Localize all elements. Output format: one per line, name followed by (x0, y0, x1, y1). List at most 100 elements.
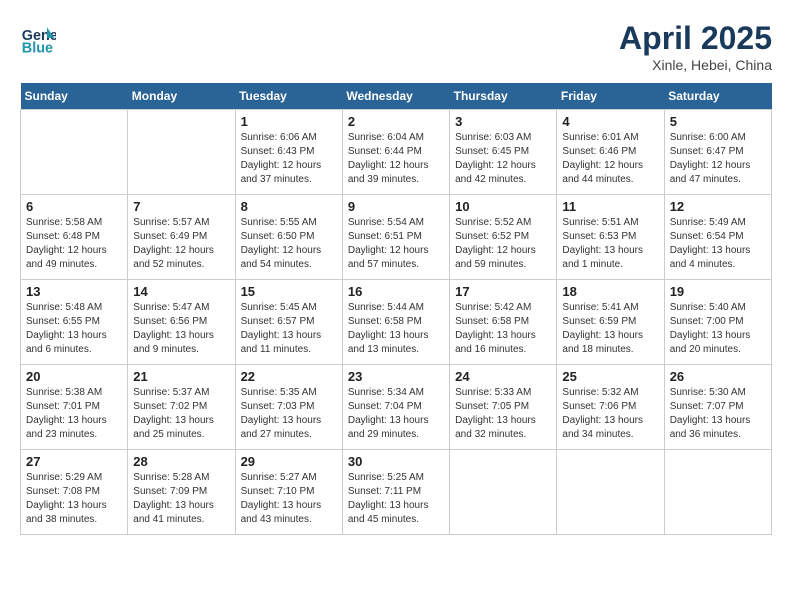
day-detail: Sunrise: 5:37 AMSunset: 7:02 PMDaylight:… (133, 386, 229, 442)
calendar-cell: 17 Sunrise: 5:42 AMSunset: 6:58 PMDayligh… (450, 280, 557, 365)
day-detail: Sunrise: 6:01 AMSunset: 6:46 PMDaylight:… (562, 131, 658, 187)
calendar-cell (128, 110, 235, 195)
day-number: 25 (562, 369, 658, 384)
calendar-cell: 11 Sunrise: 5:51 AMSunset: 6:53 PMDayligh… (557, 195, 664, 280)
day-number: 30 (348, 454, 444, 469)
day-detail: Sunrise: 5:38 AMSunset: 7:01 PMDaylight:… (26, 386, 122, 442)
calendar-week-row: 6 Sunrise: 5:58 AMSunset: 6:48 PMDaylight… (21, 195, 772, 280)
day-number: 20 (26, 369, 122, 384)
calendar-cell: 19 Sunrise: 5:40 AMSunset: 7:00 PMDayligh… (664, 280, 771, 365)
weekday-header-tuesday: Tuesday (235, 83, 342, 110)
weekday-header-monday: Monday (128, 83, 235, 110)
month-title: April 2025 (619, 20, 772, 57)
calendar-cell (664, 450, 771, 535)
day-number: 8 (241, 199, 337, 214)
calendar-cell: 5Sunrise: 6:00 AMSunset: 6:47 PMDaylight… (664, 110, 771, 195)
calendar-cell: 22 Sunrise: 5:35 AMSunset: 7:03 PMDayligh… (235, 365, 342, 450)
weekday-header-friday: Friday (557, 83, 664, 110)
calendar-cell: 7 Sunrise: 5:57 AMSunset: 6:49 PMDaylight… (128, 195, 235, 280)
calendar-cell: 24 Sunrise: 5:33 AMSunset: 7:05 PMDayligh… (450, 365, 557, 450)
day-detail: Sunrise: 5:42 AMSunset: 6:58 PMDaylight:… (455, 301, 551, 357)
calendar-cell: 9Sunrise: 5:54 AMSunset: 6:51 PMDaylight… (342, 195, 449, 280)
day-number: 15 (241, 284, 337, 299)
day-detail: Sunrise: 5:29 AMSunset: 7:08 PMDaylight:… (26, 471, 122, 527)
day-number: 12 (670, 199, 766, 214)
day-number: 7 (133, 199, 229, 214)
day-detail: Sunrise: 5:25 AMSunset: 7:11 PMDaylight:… (348, 471, 444, 527)
calendar-cell (450, 450, 557, 535)
weekday-header-wednesday: Wednesday (342, 83, 449, 110)
day-detail: Sunrise: 5:40 AMSunset: 7:00 PMDaylight:… (670, 301, 766, 357)
day-number: 17 (455, 284, 551, 299)
logo-icon: General Blue (20, 20, 56, 56)
calendar-cell: 27 Sunrise: 5:29 AMSunset: 7:08 PMDayligh… (21, 450, 128, 535)
day-number: 23 (348, 369, 444, 384)
day-detail: Sunrise: 5:32 AMSunset: 7:06 PMDaylight:… (562, 386, 658, 442)
day-detail: Sunrise: 5:33 AMSunset: 7:05 PMDaylight:… (455, 386, 551, 442)
logo: General Blue (20, 20, 56, 56)
day-detail: Sunrise: 5:41 AMSunset: 6:59 PMDaylight:… (562, 301, 658, 357)
day-detail: Sunrise: 5:30 AMSunset: 7:07 PMDaylight:… (670, 386, 766, 442)
calendar-cell: 3 Sunrise: 6:03 AMSunset: 6:45 PMDaylight… (450, 110, 557, 195)
day-number: 11 (562, 199, 658, 214)
calendar-cell (21, 110, 128, 195)
day-detail: Sunrise: 5:48 AMSunset: 6:55 PMDaylight:… (26, 301, 122, 357)
day-number: 6 (26, 199, 122, 214)
calendar-cell: 6 Sunrise: 5:58 AMSunset: 6:48 PMDaylight… (21, 195, 128, 280)
day-detail: Sunrise: 5:54 AMSunset: 6:51 PMDaylight:… (348, 216, 444, 272)
day-number: 4 (562, 114, 658, 129)
title-area: April 2025 Xinle, Hebei, China (619, 20, 772, 73)
day-number: 10 (455, 199, 551, 214)
calendar-week-row: 20 Sunrise: 5:38 AMSunset: 7:01 PMDayligh… (21, 365, 772, 450)
day-number: 27 (26, 454, 122, 469)
day-detail: Sunrise: 5:28 AMSunset: 7:09 PMDaylight:… (133, 471, 229, 527)
day-number: 22 (241, 369, 337, 384)
calendar-cell: 16 Sunrise: 5:44 AMSunset: 6:58 PMDayligh… (342, 280, 449, 365)
day-detail: Sunrise: 5:27 AMSunset: 7:10 PMDaylight:… (241, 471, 337, 527)
day-number: 5 (670, 114, 766, 129)
weekday-header-thursday: Thursday (450, 83, 557, 110)
day-detail: Sunrise: 5:34 AMSunset: 7:04 PMDaylight:… (348, 386, 444, 442)
weekday-header-row: SundayMondayTuesdayWednesdayThursdayFrid… (21, 83, 772, 110)
calendar-cell: 8 Sunrise: 5:55 AMSunset: 6:50 PMDaylight… (235, 195, 342, 280)
day-number: 21 (133, 369, 229, 384)
calendar-cell: 25 Sunrise: 5:32 AMSunset: 7:06 PMDayligh… (557, 365, 664, 450)
day-number: 28 (133, 454, 229, 469)
day-number: 2 (348, 114, 444, 129)
calendar-week-row: 1 Sunrise: 6:06 AMSunset: 6:43 PMDaylight… (21, 110, 772, 195)
calendar-cell: 14 Sunrise: 5:47 AMSunset: 6:56 PMDayligh… (128, 280, 235, 365)
day-number: 19 (670, 284, 766, 299)
calendar-cell: 23 Sunrise: 5:34 AMSunset: 7:04 PMDayligh… (342, 365, 449, 450)
day-detail: Sunrise: 5:47 AMSunset: 6:56 PMDaylight:… (133, 301, 229, 357)
day-detail: Sunrise: 5:44 AMSunset: 6:58 PMDaylight:… (348, 301, 444, 357)
calendar-cell: 18Sunrise: 5:41 AMSunset: 6:59 PMDayligh… (557, 280, 664, 365)
day-detail: Sunrise: 5:51 AMSunset: 6:53 PMDaylight:… (562, 216, 658, 272)
day-number: 14 (133, 284, 229, 299)
day-detail: Sunrise: 6:06 AMSunset: 6:43 PMDaylight:… (241, 131, 337, 187)
calendar-week-row: 13 Sunrise: 5:48 AMSunset: 6:55 PMDayligh… (21, 280, 772, 365)
day-detail: Sunrise: 5:58 AMSunset: 6:48 PMDaylight:… (26, 216, 122, 272)
weekday-header-saturday: Saturday (664, 83, 771, 110)
day-number: 24 (455, 369, 551, 384)
calendar-cell: 21 Sunrise: 5:37 AMSunset: 7:02 PMDayligh… (128, 365, 235, 450)
day-number: 29 (241, 454, 337, 469)
calendar-cell: 29 Sunrise: 5:27 AMSunset: 7:10 PMDayligh… (235, 450, 342, 535)
day-number: 1 (241, 114, 337, 129)
calendar-cell (557, 450, 664, 535)
day-detail: Sunrise: 5:57 AMSunset: 6:49 PMDaylight:… (133, 216, 229, 272)
page-header: General Blue April 2025 Xinle, Hebei, Ch… (20, 20, 772, 73)
day-detail: Sunrise: 6:04 AMSunset: 6:44 PMDaylight:… (348, 131, 444, 187)
day-number: 13 (26, 284, 122, 299)
calendar-cell: 2 Sunrise: 6:04 AMSunset: 6:44 PMDaylight… (342, 110, 449, 195)
location-subtitle: Xinle, Hebei, China (619, 57, 772, 73)
calendar-cell: 13 Sunrise: 5:48 AMSunset: 6:55 PMDayligh… (21, 280, 128, 365)
day-detail: Sunrise: 5:52 AMSunset: 6:52 PMDaylight:… (455, 216, 551, 272)
day-detail: Sunrise: 5:35 AMSunset: 7:03 PMDaylight:… (241, 386, 337, 442)
day-detail: Sunrise: 5:55 AMSunset: 6:50 PMDaylight:… (241, 216, 337, 272)
day-number: 16 (348, 284, 444, 299)
calendar-cell: 12Sunrise: 5:49 AMSunset: 6:54 PMDayligh… (664, 195, 771, 280)
day-number: 26 (670, 369, 766, 384)
day-number: 3 (455, 114, 551, 129)
calendar-cell: 15Sunrise: 5:45 AMSunset: 6:57 PMDayligh… (235, 280, 342, 365)
day-detail: Sunrise: 6:03 AMSunset: 6:45 PMDaylight:… (455, 131, 551, 187)
